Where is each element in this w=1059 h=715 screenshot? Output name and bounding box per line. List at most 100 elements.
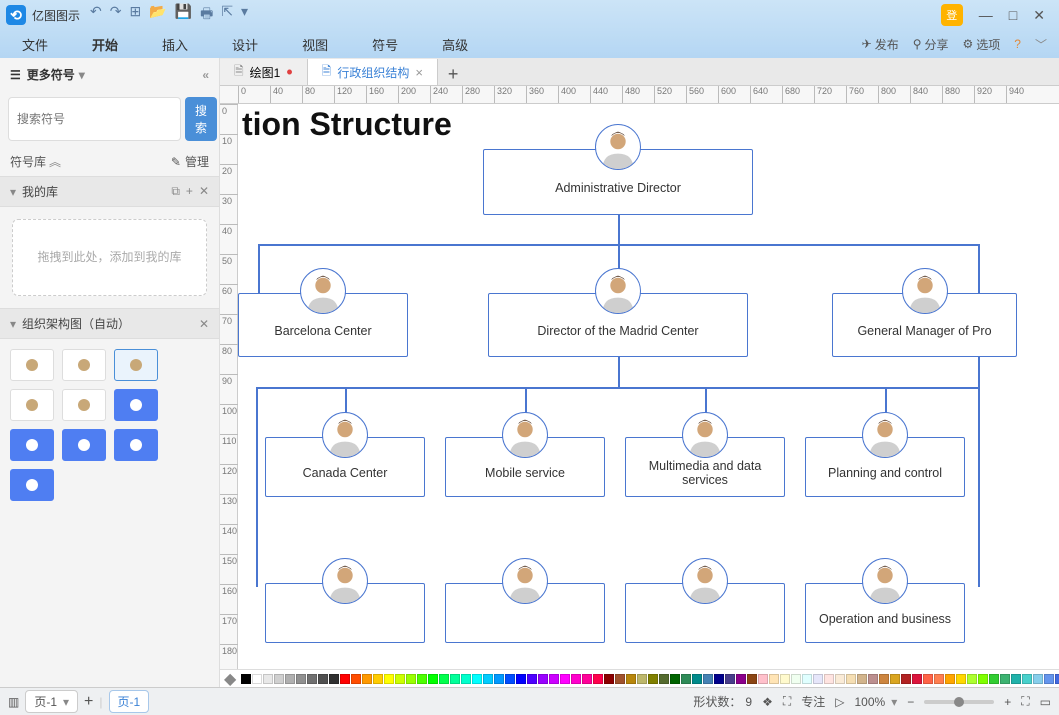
color-swatch[interactable]: [329, 674, 339, 684]
color-swatch[interactable]: [1011, 674, 1021, 684]
color-swatch[interactable]: [637, 674, 647, 684]
color-swatch[interactable]: [846, 674, 856, 684]
close-tab-icon[interactable]: ×: [415, 65, 423, 80]
color-swatch[interactable]: [879, 674, 889, 684]
org-node[interactable]: Director of the Madrid Center: [488, 293, 748, 357]
folder-icon[interactable]: ⧉: [171, 184, 180, 199]
color-swatch[interactable]: [505, 674, 515, 684]
color-swatch[interactable]: [538, 674, 548, 684]
color-swatch[interactable]: [835, 674, 845, 684]
color-swatch[interactable]: [659, 674, 669, 684]
menu-item-5[interactable]: 符号: [350, 35, 420, 54]
search-button[interactable]: 搜索: [185, 97, 217, 141]
color-swatch[interactable]: [483, 674, 493, 684]
org-node[interactable]: Multimedia and data services: [625, 437, 785, 497]
color-swatch[interactable]: [945, 674, 955, 684]
color-swatch[interactable]: [934, 674, 944, 684]
color-swatch[interactable]: [472, 674, 482, 684]
close-section2-icon[interactable]: ✕: [199, 317, 209, 331]
color-swatch[interactable]: [714, 674, 724, 684]
color-swatch[interactable]: [989, 674, 999, 684]
qat-undo[interactable]: ↶: [90, 3, 102, 27]
zoom-label[interactable]: 100%▾: [854, 695, 897, 709]
qat-more[interactable]: ▾: [241, 3, 248, 27]
presentation-icon[interactable]: ▷: [835, 695, 844, 709]
color-swatch[interactable]: [736, 674, 746, 684]
menu-item-3[interactable]: 设计: [210, 35, 280, 54]
color-swatch[interactable]: [549, 674, 559, 684]
qat-export[interactable]: ⇱: [221, 3, 233, 27]
fullscreen-icon[interactable]: ⛶: [783, 694, 791, 709]
drop-zone[interactable]: 拖拽到此处，添加到我的库: [12, 219, 207, 296]
color-swatch[interactable]: [516, 674, 526, 684]
zoom-in-button[interactable]: +: [1004, 695, 1011, 709]
color-swatch[interactable]: [978, 674, 988, 684]
color-swatch[interactable]: [802, 674, 812, 684]
org-node[interactable]: [445, 583, 605, 643]
fill-icon[interactable]: ◆: [224, 669, 236, 687]
minimize-button[interactable]: —: [979, 7, 993, 24]
add-tab-button[interactable]: +: [438, 64, 469, 85]
shape-thumb[interactable]: [10, 469, 54, 501]
shape-thumb[interactable]: [62, 429, 106, 461]
qat-open[interactable]: 📂: [149, 3, 166, 27]
color-swatch[interactable]: [692, 674, 702, 684]
color-swatch[interactable]: [615, 674, 625, 684]
menu-item-1[interactable]: 开始: [70, 35, 140, 54]
color-swatch[interactable]: [967, 674, 977, 684]
color-swatch[interactable]: [780, 674, 790, 684]
menu-item-4[interactable]: 视图: [280, 35, 350, 54]
color-swatch[interactable]: [263, 674, 273, 684]
chevron-up-icon[interactable]: ︽: [49, 153, 61, 170]
color-swatch[interactable]: [395, 674, 405, 684]
qat-new[interactable]: ⊞: [129, 3, 141, 27]
org-node[interactable]: General Manager of Pro: [832, 293, 1017, 357]
color-swatch[interactable]: [417, 674, 427, 684]
menu-item-2[interactable]: 插入: [140, 35, 210, 54]
symbol-lib-label[interactable]: 符号库: [10, 153, 46, 170]
org-node[interactable]: Barcelona Center: [238, 293, 408, 357]
doc-tab[interactable]: 🗎 绘图1 •: [220, 59, 308, 85]
add-icon[interactable]: +: [186, 184, 193, 199]
color-swatch[interactable]: [747, 674, 757, 684]
org-node[interactable]: Planning and control: [805, 437, 965, 497]
color-swatch[interactable]: [604, 674, 614, 684]
publish-button[interactable]: ✈发布: [862, 36, 899, 53]
color-swatch[interactable]: [725, 674, 735, 684]
maximize-button[interactable]: □: [1009, 7, 1017, 24]
color-swatch[interactable]: [384, 674, 394, 684]
color-swatch[interactable]: [1044, 674, 1054, 684]
my-library-section[interactable]: ▾ 我的库 ⧉ + ✕: [0, 176, 219, 207]
options-button[interactable]: ⚙选项: [963, 36, 1001, 53]
color-swatch[interactable]: [681, 674, 691, 684]
color-swatch[interactable]: [648, 674, 658, 684]
focus-mode[interactable]: 专注: [801, 693, 825, 710]
shape-thumb[interactable]: [62, 349, 106, 381]
color-swatch[interactable]: [296, 674, 306, 684]
org-node[interactable]: Administrative Director: [483, 149, 753, 215]
color-swatch[interactable]: [912, 674, 922, 684]
color-swatch[interactable]: [571, 674, 581, 684]
color-swatch[interactable]: [791, 674, 801, 684]
layers-icon[interactable]: ❖: [762, 695, 773, 709]
color-swatch[interactable]: [439, 674, 449, 684]
zoom-slider[interactable]: [924, 700, 994, 704]
qat-print[interactable]: 🖶: [200, 3, 213, 27]
collapse-sidebar-icon[interactable]: «: [202, 68, 209, 82]
page-tab[interactable]: 页-1: [109, 690, 150, 713]
doc-tab[interactable]: 🗎 行政组织结构 ×: [308, 59, 438, 85]
color-swatch[interactable]: [351, 674, 361, 684]
zoom-out-button[interactable]: −: [907, 695, 914, 709]
shape-thumb[interactable]: [114, 349, 158, 381]
color-swatch[interactable]: [252, 674, 262, 684]
color-swatch[interactable]: [285, 674, 295, 684]
org-node[interactable]: Canada Center: [265, 437, 425, 497]
color-swatch[interactable]: [450, 674, 460, 684]
menu-item-6[interactable]: 高级: [420, 35, 490, 54]
color-swatch[interactable]: [626, 674, 636, 684]
color-swatch[interactable]: [560, 674, 570, 684]
shape-thumb[interactable]: [62, 389, 106, 421]
org-node[interactable]: [625, 583, 785, 643]
color-swatch[interactable]: [241, 674, 251, 684]
color-swatch[interactable]: [824, 674, 834, 684]
